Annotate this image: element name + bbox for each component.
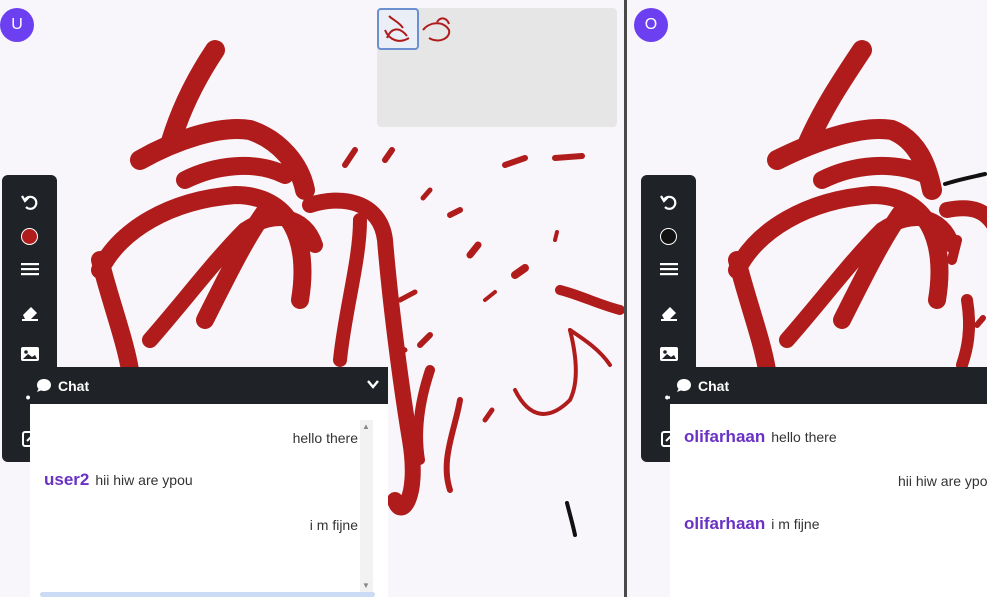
board-thumbnail-second[interactable]: [419, 8, 459, 48]
chat-bubble-icon: [37, 379, 51, 392]
chat-scrollbar[interactable]: ▲ ▼: [360, 420, 373, 592]
eraser-icon: [660, 307, 677, 321]
chat-header[interactable]: Chat: [670, 367, 987, 404]
scroll-down-icon[interactable]: ▼: [362, 581, 370, 590]
chat-input[interactable]: [40, 592, 375, 597]
scroll-up-icon[interactable]: ▲: [362, 422, 370, 431]
chat-message: olifarhaan hello there: [684, 427, 837, 447]
message-text: hii hiw are ypou: [95, 472, 193, 488]
chat-messages: olifarhaan hello there hii hiw are ypo ol…: [670, 405, 987, 597]
eraser-button[interactable]: [2, 297, 57, 329]
right-client-pane: O •• Chat olifarhaan hello there hii hiw…: [627, 0, 987, 597]
message-sender: olifarhaan: [684, 427, 766, 446]
eraser-icon: [21, 307, 38, 321]
message-text: i m fijne: [309, 517, 358, 533]
stroke-width-button[interactable]: [641, 253, 696, 285]
undo-button[interactable]: [2, 186, 57, 218]
image-upload-button[interactable]: [641, 338, 696, 370]
chat-title: Chat: [58, 377, 90, 394]
chat-message: i m fijne: [310, 517, 358, 533]
undo-icon: [659, 195, 676, 210]
message-text: hii hiw are ypo: [898, 473, 987, 489]
image-upload-button[interactable]: [2, 338, 57, 370]
image-icon: [20, 347, 39, 361]
active-color-swatch: [21, 227, 38, 245]
message-text: hello there: [292, 430, 358, 446]
chat-panel: Chat hello there user2 hii hiw are ypou i…: [30, 367, 388, 597]
image-icon: [659, 347, 678, 361]
chat-message: user2 hii hiw are ypou: [44, 470, 193, 490]
chat-message: hii hiw are ypo: [898, 473, 987, 489]
chat-header[interactable]: Chat: [30, 367, 388, 404]
stroke-width-icon: [20, 263, 39, 276]
stroke-width-icon: [659, 263, 678, 276]
message-sender: user2: [44, 470, 90, 489]
chat-message: hello there: [293, 430, 358, 446]
chat-bubble-icon: [677, 379, 691, 392]
chat-message: olifarhaan i m fijne: [684, 514, 819, 534]
undo-icon: [20, 195, 37, 210]
stroke-width-button[interactable]: [2, 253, 57, 285]
undo-button[interactable]: [641, 186, 696, 218]
thumbnail-preview-icon: [384, 15, 410, 42]
user-avatar[interactable]: O: [634, 8, 668, 42]
active-color-swatch: [660, 227, 677, 245]
message-sender: olifarhaan: [684, 514, 766, 533]
thumbnail-preview-icon: [422, 17, 451, 42]
board-thumbnail-current[interactable]: [377, 8, 419, 50]
user-avatar[interactable]: U: [0, 8, 34, 42]
eraser-button[interactable]: [641, 297, 696, 329]
board-thumbnails: [377, 8, 617, 127]
color-picker[interactable]: [2, 220, 57, 252]
chat-title: Chat: [698, 377, 730, 394]
chat-messages: hello there user2 hii hiw are ypou i m fi…: [30, 405, 388, 597]
message-text: i m fijne: [771, 516, 820, 532]
color-picker[interactable]: [641, 220, 696, 252]
message-text: hello there: [771, 429, 837, 445]
chevron-down-icon[interactable]: [366, 377, 380, 391]
left-client-pane: U ••: [0, 0, 624, 597]
chat-panel: Chat olifarhaan hello there hii hiw are y…: [670, 367, 987, 597]
